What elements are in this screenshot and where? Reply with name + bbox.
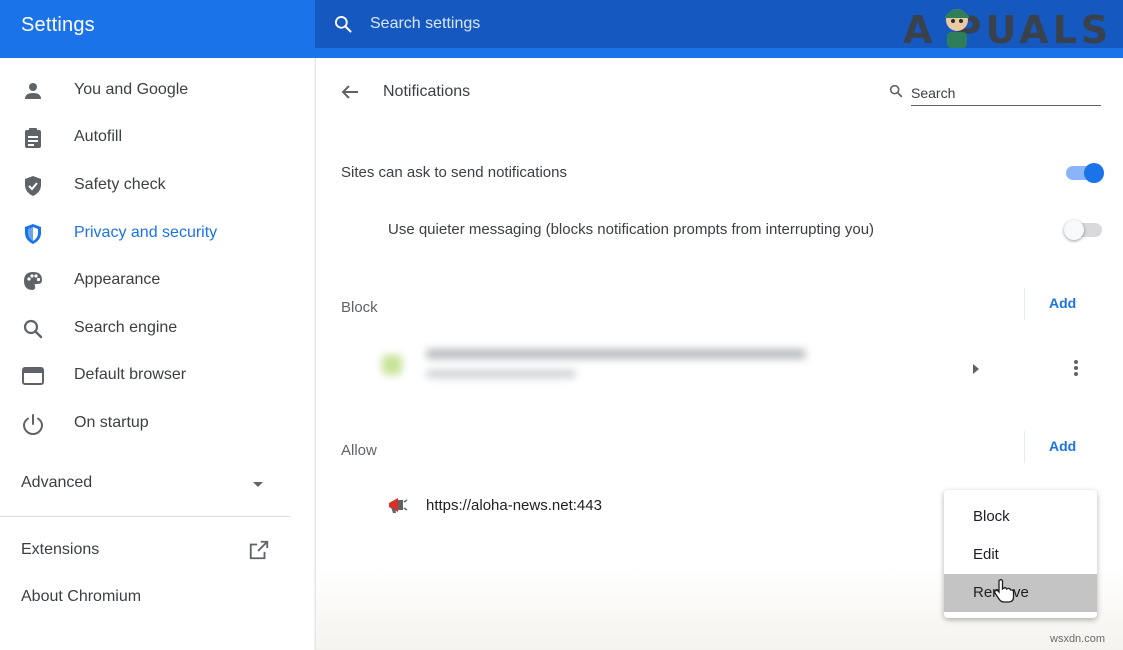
shield-check-icon	[25, 176, 41, 196]
site-context-menu: Block Edit Remove	[944, 490, 1097, 618]
sidebar-item-search-engine[interactable]: Search engine	[0, 307, 314, 351]
open-in-new-icon[interactable]	[248, 539, 270, 561]
quieter-messaging-label: Use quieter messaging (blocks notificati…	[388, 221, 875, 238]
back-arrow-icon[interactable]	[340, 82, 360, 102]
allow-add-button[interactable]: Add	[1049, 438, 1076, 454]
sidebar-item-label: On startup	[74, 414, 149, 431]
appuals-mascot-icon	[945, 9, 969, 48]
sidebar-item-label: Default browser	[74, 366, 187, 383]
menu-item-block[interactable]: Block	[944, 498, 1097, 536]
advanced-label: Advanced	[21, 474, 93, 491]
arrow-right-icon[interactable]	[971, 363, 981, 375]
sidebar-divider	[0, 516, 290, 517]
toggle-knob	[1064, 220, 1084, 240]
settings-search-input[interactable]	[370, 0, 890, 48]
sites-can-ask-toggle[interactable]	[1066, 163, 1104, 183]
power-icon	[22, 414, 44, 435]
sidebar-item-label: Privacy and security	[74, 224, 218, 241]
app-title: Settings	[21, 14, 95, 36]
blurred-text	[426, 349, 806, 359]
clipboard-icon	[25, 128, 41, 148]
allow-section-label: Allow	[341, 442, 377, 459]
allowed-site-url[interactable]: https://aloha-news.net:443	[426, 497, 602, 514]
sidebar-item-you-and-google[interactable]: You and Google	[0, 69, 314, 113]
search-icon	[335, 16, 352, 33]
site-watermark: wsxdn.com	[1050, 633, 1106, 645]
privacy-shield-icon	[25, 224, 41, 244]
block-section-label: Block	[341, 299, 378, 316]
quieter-messaging-toggle[interactable]	[1064, 220, 1102, 240]
sidebar-item-appearance[interactable]: Appearance	[0, 259, 314, 303]
palette-icon	[24, 272, 42, 290]
blurred-text	[426, 370, 576, 378]
sidebar: You and Google Autofill Safety check Pri…	[0, 58, 314, 650]
sidebar-item-safety-check[interactable]: Safety check	[0, 164, 314, 208]
block-add-separator	[1024, 288, 1025, 320]
toggle-knob	[1084, 163, 1104, 183]
sidebar-item-label: Safety check	[74, 176, 166, 193]
notifications-search-input[interactable]	[911, 80, 1101, 106]
sidebar-item-default-browser[interactable]: Default browser	[0, 354, 314, 398]
megaphone-favicon-icon	[389, 498, 408, 513]
sidebar-item-label: Search engine	[74, 319, 178, 336]
menu-item-remove[interactable]: Remove	[944, 574, 1097, 612]
sidebar-item-label: Appearance	[74, 271, 161, 288]
sites-can-ask-label: Sites can ask to send notifications	[341, 164, 567, 181]
sidebar-item-label: You and Google	[74, 81, 189, 98]
caret-down-icon	[253, 482, 263, 487]
blocked-site-row-blurred	[376, 343, 816, 393]
appuals-watermark: A PUALS	[903, 8, 1113, 52]
notifications-search[interactable]	[888, 80, 1104, 108]
sidebar-item-autofill[interactable]: Autofill	[0, 116, 314, 160]
person-icon	[25, 83, 41, 99]
sidebar-item-on-startup[interactable]: On startup	[0, 402, 314, 446]
page-title: Notifications	[383, 83, 471, 100]
about-chromium-link[interactable]: About Chromium	[21, 588, 141, 606]
app-header: Settings A PUALS	[0, 0, 1123, 58]
blurred-favicon	[382, 355, 402, 375]
more-vert-icon[interactable]	[1066, 358, 1086, 378]
browser-window-icon	[22, 367, 44, 385]
allow-add-separator	[1024, 431, 1025, 463]
sidebar-item-privacy-and-security[interactable]: Privacy and security	[0, 212, 314, 256]
menu-item-edit[interactable]: Edit	[944, 536, 1097, 574]
search-icon	[23, 319, 43, 339]
advanced-section-toggle[interactable]: Advanced	[21, 472, 271, 502]
sidebar-item-label: Autofill	[74, 128, 123, 145]
extensions-link[interactable]: Extensions	[21, 541, 99, 559]
block-add-button[interactable]: Add	[1049, 295, 1076, 311]
search-icon	[889, 84, 903, 98]
